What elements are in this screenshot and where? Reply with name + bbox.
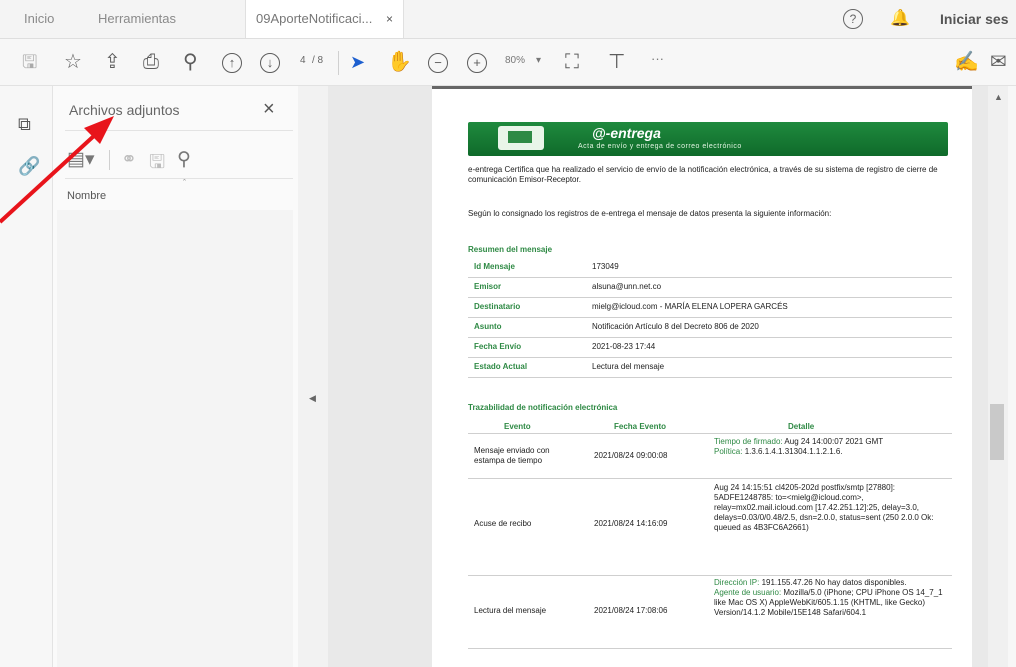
scroll-thumb[interactable] — [990, 404, 1004, 460]
summary-row: Estado Actual Lectura del mensaje — [468, 357, 952, 378]
sign-icon[interactable]: ✍ — [954, 51, 979, 73]
stamp-icon[interactable]: ⊤ — [608, 51, 625, 73]
print-icon[interactable]: ⎙ — [143, 51, 159, 73]
sort-indicator-icon: ˆ — [183, 178, 186, 188]
panel-divider — [65, 130, 293, 131]
page-fit-icon[interactable]: ⛶ — [565, 51, 579, 73]
tab-document[interactable]: 09AporteNotificaci... × — [245, 0, 404, 38]
column-header-name[interactable]: Nombre ˆ — [65, 178, 293, 210]
tab-document-label: 09AporteNotificaci... — [256, 11, 373, 26]
header-event: Evento — [504, 422, 531, 431]
bookmark-icon[interactable]: 🔗 — [18, 156, 40, 177]
consigned-paragraph: Según lo consignado los registros de e-e… — [468, 209, 832, 218]
star-icon[interactable]: ☆ — [64, 51, 82, 73]
zoom-out-icon[interactable]: − — [428, 53, 448, 73]
page-number-input[interactable]: 4 — [300, 55, 306, 66]
zoom-in-icon[interactable]: + — [467, 53, 487, 73]
close-icon[interactable]: × — [263, 98, 275, 121]
main-toolbar: 🖫 ☆ ⇪ ⎙ ⚲ ↑ ↓ 4 / 8 ➤ ✋ − + 80% ▾ ⛶ ⊤ ··… — [0, 39, 1016, 86]
banner-title: @-entrega — [592, 125, 661, 141]
header-detail: Detalle — [788, 422, 815, 431]
help-button[interactable]: ? — [843, 0, 863, 38]
header-date: Fecha Evento — [614, 422, 667, 431]
summary-title: Resumen del mensaje — [468, 245, 553, 254]
trace-title: Trazabilidad de notificación electrónica — [468, 403, 618, 412]
attachments-icon[interactable]: ⧉ — [18, 114, 31, 135]
summary-row: Emisor alsuna@unn.net.co — [468, 277, 952, 298]
summary-row: Destinatario mielg@icloud.com - MARÍA ELE… — [468, 297, 952, 318]
scroll-up-icon[interactable]: ▲ — [994, 92, 1003, 102]
attachments-panel: Archivos adjuntos × ▤▾ ⚭ 🖫 ⚲ Nombre ˆ — [53, 86, 298, 667]
notifications-button[interactable]: 🔔 — [890, 0, 910, 38]
panel-collapse-handle[interactable]: ◀ — [298, 86, 328, 667]
banner-subtitle: Acta de envío y entrega de correo electr… — [578, 143, 742, 150]
toolbar-divider — [338, 51, 339, 75]
column-name-label: Nombre — [67, 190, 107, 202]
options-menu-icon[interactable]: ▤▾ — [67, 148, 95, 171]
bell-icon: 🔔 — [890, 10, 910, 27]
page-up-icon[interactable]: ↑ — [222, 53, 242, 73]
document-page: @-entrega Acta de envío y entrega de cor… — [432, 89, 972, 667]
summary-row: Id Mensaje 173049 — [468, 257, 952, 278]
search-attachment-icon[interactable]: ⚲ — [177, 148, 191, 171]
summary-row: Asunto Notificación Artículo 8 del Decret… — [468, 317, 952, 338]
left-rail: ⧉ 🔗 — [0, 86, 53, 667]
e-entrega-banner: @-entrega Acta de envío y entrega de cor… — [468, 122, 948, 156]
help-icon: ? — [843, 9, 863, 29]
summary-row: Fecha Envío 2021-08-23 17:44 — [468, 337, 952, 358]
select-cursor-icon[interactable]: ➤ — [350, 51, 365, 73]
save-attachment-icon: 🖫 — [149, 152, 166, 173]
zoom-select[interactable]: 80% — [505, 55, 525, 66]
intro-paragraph: e-entrega Certifica que ha realizado el … — [468, 165, 938, 184]
right-panel-edge — [1008, 86, 1016, 667]
chevron-down-icon[interactable]: ▾ — [536, 55, 541, 66]
table-row: Mensaje enviado con estampa de tiempo 20… — [468, 434, 952, 479]
tab-bar: Inicio Herramientas 09AporteNotificaci..… — [0, 0, 1016, 39]
page-total: / 8 — [312, 55, 324, 66]
save-icon[interactable]: 🖫 — [22, 51, 37, 73]
table-row: Acuse de recibo 2021/08/24 14:16:09 Aug … — [468, 479, 952, 576]
tab-close-icon[interactable]: × — [386, 12, 393, 26]
more-tools-button[interactable]: ··· — [651, 51, 664, 66]
zoom-search-icon[interactable]: ⚲ — [183, 51, 198, 73]
sign-in-label: Iniciar ses — [940, 11, 1009, 27]
mail-icon[interactable]: ✉ — [990, 51, 1007, 73]
tab-home[interactable]: Inicio — [24, 0, 54, 38]
vertical-scrollbar[interactable]: ▲ — [988, 86, 1008, 667]
e-entrega-logo — [498, 126, 544, 150]
panel-divider — [65, 178, 293, 179]
add-attachment-icon: ⚭ — [121, 149, 137, 170]
hand-icon[interactable]: ✋ — [387, 51, 412, 73]
attachments-list[interactable] — [57, 210, 293, 667]
upload-icon[interactable]: ⇪ — [104, 51, 121, 73]
panel-title: Archivos adjuntos — [69, 102, 180, 118]
page-down-icon[interactable]: ↓ — [260, 53, 280, 73]
tab-tools[interactable]: Herramientas — [98, 0, 176, 38]
table-row: Lectura del mensaje 2021/08/24 17:08:06 … — [468, 576, 952, 649]
collapse-arrow-icon: ◀ — [309, 393, 316, 403]
panel-tool-divider — [109, 150, 110, 170]
sign-in-button[interactable]: Iniciar ses — [940, 0, 1009, 38]
